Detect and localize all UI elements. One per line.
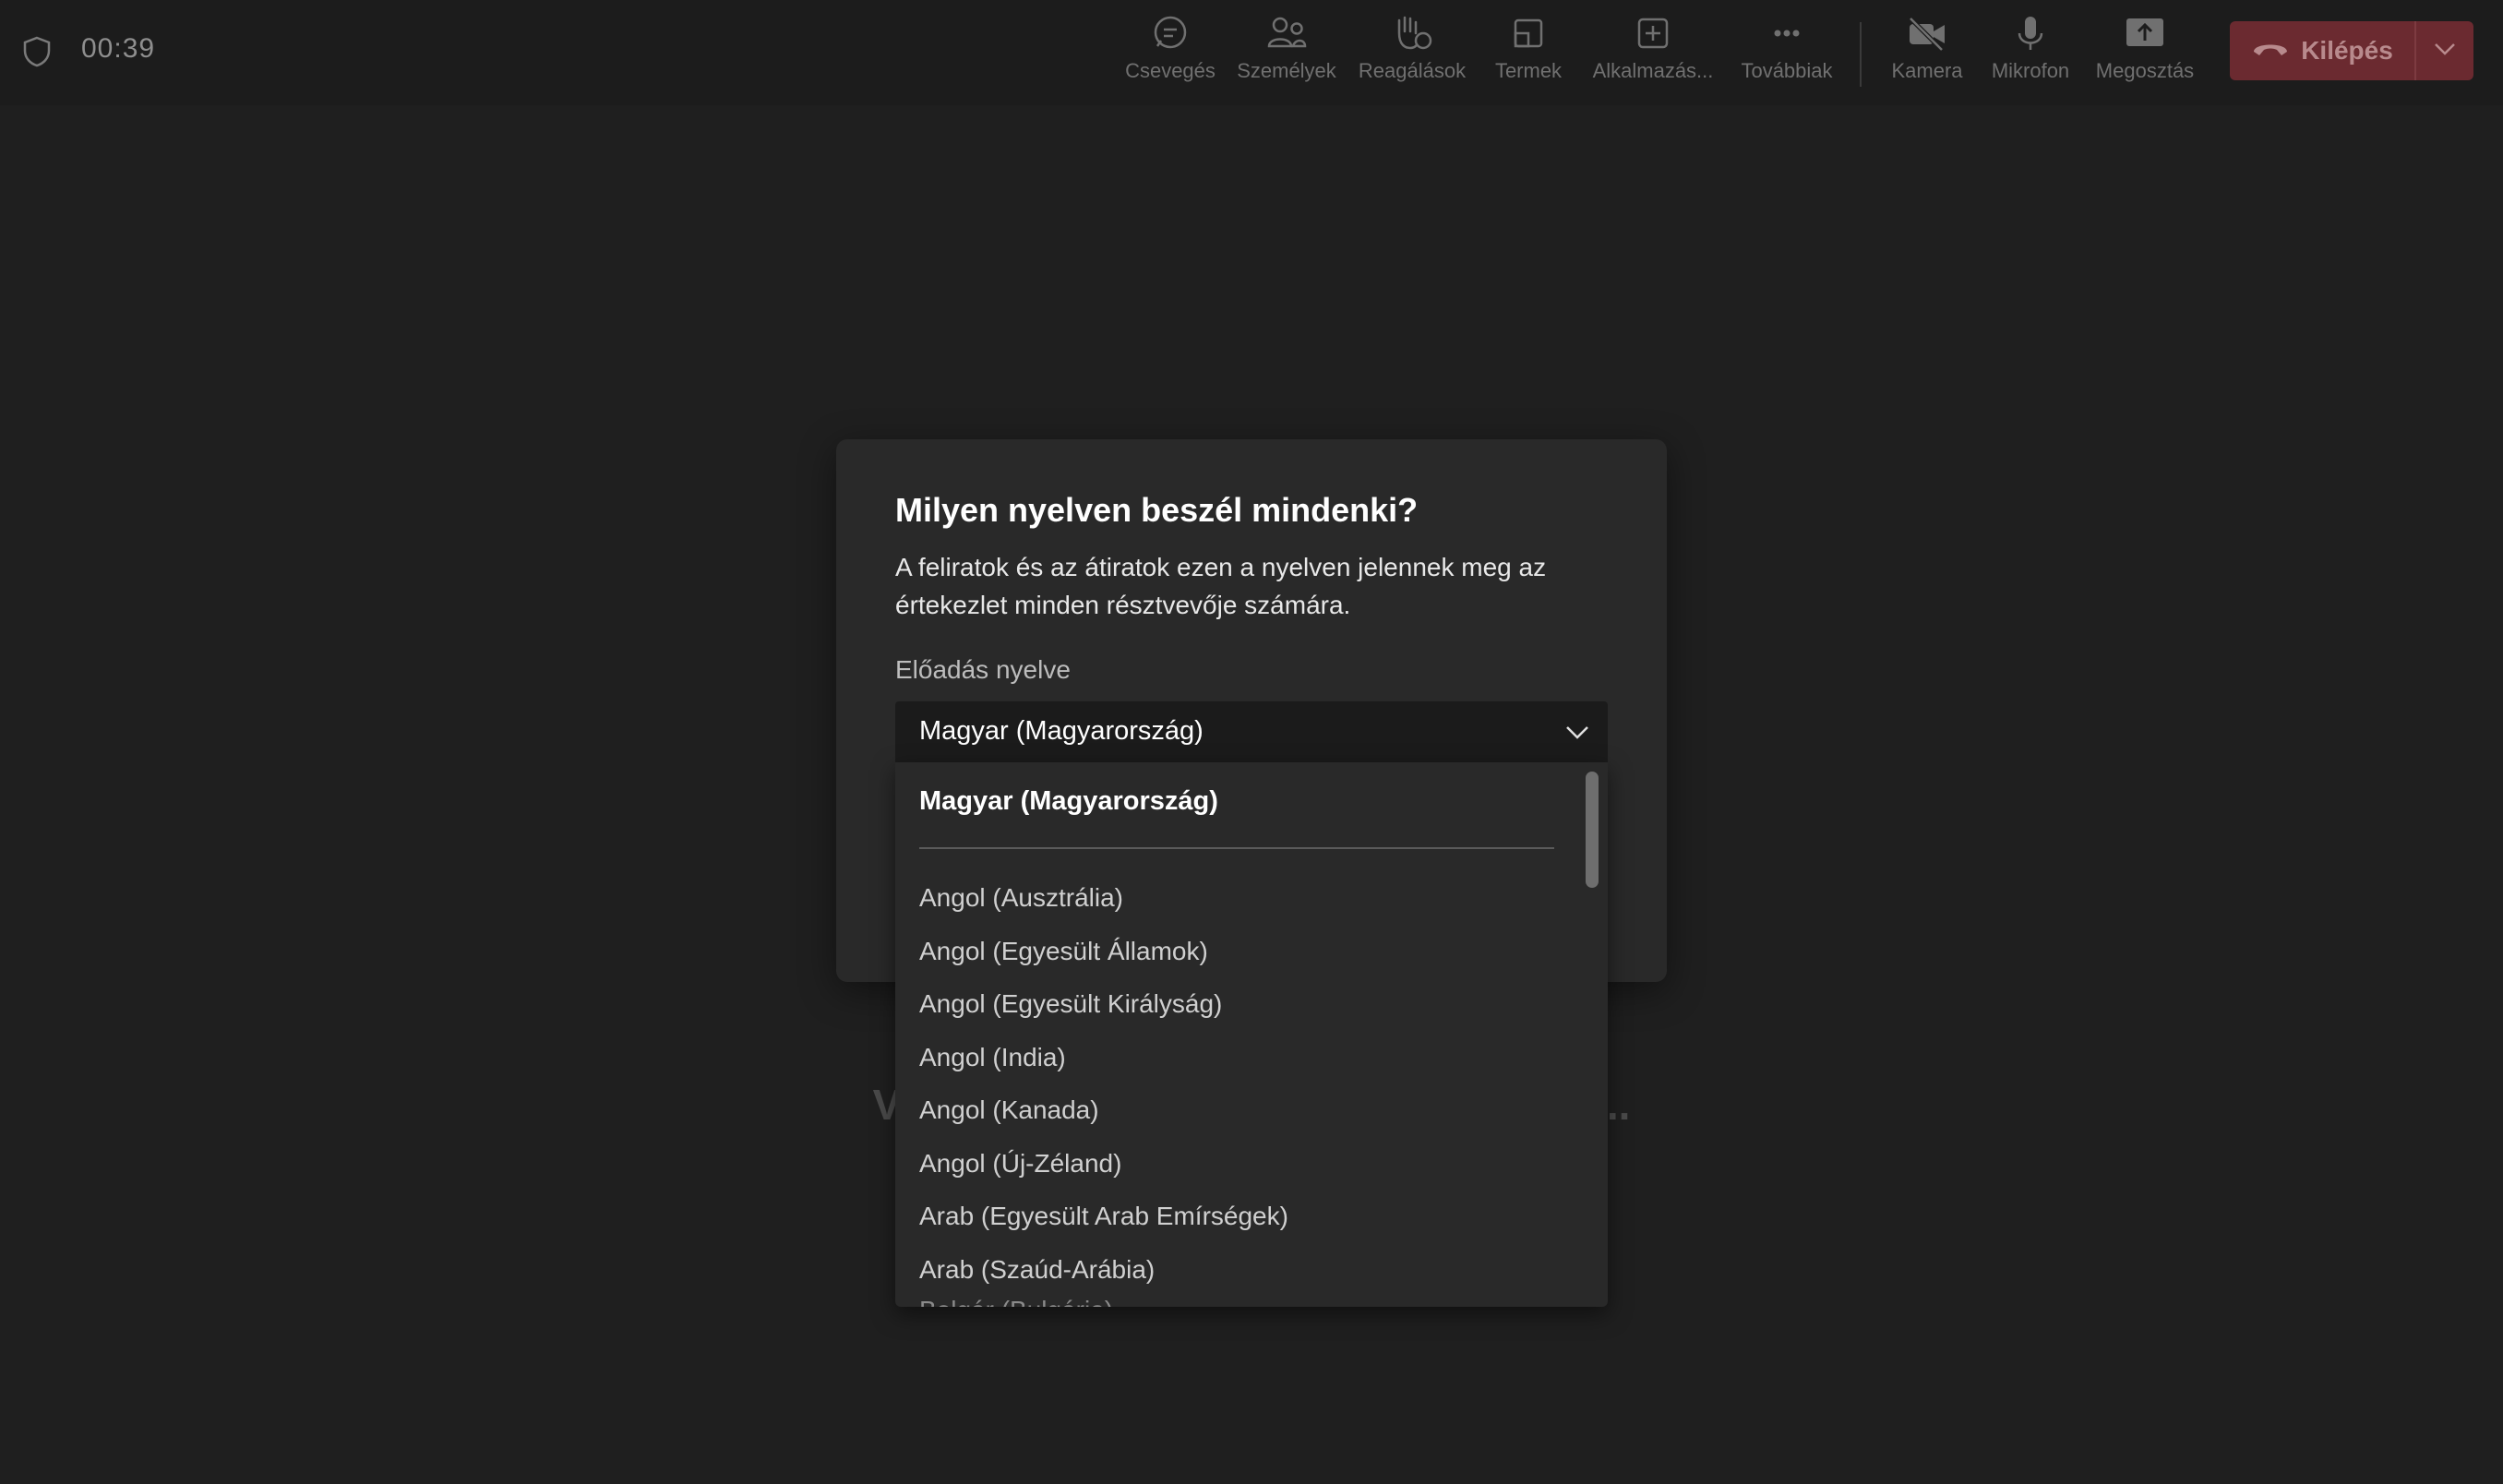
reactions-button[interactable]: Reagálások bbox=[1351, 13, 1473, 96]
dialog-title: Milyen nyelven beszél mindenki? bbox=[895, 491, 1419, 529]
people-label: Személyek bbox=[1237, 59, 1336, 82]
spoken-language-label: Előadás nyelve bbox=[895, 655, 1071, 684]
raise-hand-icon bbox=[1351, 13, 1473, 59]
rooms-button[interactable]: Termek bbox=[1482, 13, 1575, 96]
camera-off-icon bbox=[1881, 13, 1973, 59]
options-divider bbox=[919, 847, 1554, 849]
option-item[interactable]: Angol (India) bbox=[895, 1031, 1578, 1084]
reactions-label: Reagálások bbox=[1358, 59, 1467, 82]
meeting-toolbar: 00:39 Csevegés Személyek Reagálások Term… bbox=[0, 0, 2503, 105]
camera-label: Kamera bbox=[1891, 59, 1963, 82]
rooms-label: Termek bbox=[1494, 59, 1563, 82]
microphone-label: Mikrofon bbox=[1991, 59, 2070, 82]
more-label: Továbbiak bbox=[1741, 59, 1833, 82]
apps-label: Alkalmazás... bbox=[1592, 59, 1714, 82]
chevron-down-icon bbox=[2433, 42, 2457, 61]
more-button[interactable]: Továbbiak bbox=[1731, 13, 1842, 96]
share-label: Megosztás bbox=[2095, 59, 2195, 82]
leave-options-button[interactable] bbox=[2416, 21, 2473, 80]
hang-up-icon bbox=[2251, 36, 2290, 66]
option-item[interactable]: Arab (Egyesült Arab Emírségek) bbox=[895, 1190, 1578, 1243]
language-options-list[interactable]: Magyar (Magyarország) Angol (Ausztrália)… bbox=[895, 762, 1608, 1307]
leave-button-group: Kilépés bbox=[2230, 21, 2473, 80]
meeting-timer: 00:39 bbox=[81, 33, 156, 64]
spoken-language-dropdown[interactable]: Magyar (Magyarország) bbox=[895, 701, 1608, 762]
share-button[interactable]: Megosztás bbox=[2090, 13, 2200, 96]
people-icon bbox=[1231, 13, 1342, 59]
people-button[interactable]: Személyek bbox=[1231, 13, 1342, 96]
list-scrollbar[interactable] bbox=[1586, 772, 1599, 888]
chevron-down-icon bbox=[1563, 720, 1591, 748]
dropdown-selected-value: Magyar (Magyarország) bbox=[919, 716, 1204, 746]
toolbar-divider bbox=[1860, 22, 1862, 87]
option-item[interactable]: Arab (Szaúd-Arábia) bbox=[895, 1243, 1578, 1297]
camera-button[interactable]: Kamera bbox=[1881, 13, 1973, 96]
add-app-icon bbox=[1584, 13, 1722, 59]
option-item[interactable]: Angol (Kanada) bbox=[895, 1083, 1578, 1137]
option-item[interactable]: Angol (Új-Zéland) bbox=[895, 1137, 1578, 1191]
option-item[interactable]: Angol (Ausztrália) bbox=[895, 871, 1578, 925]
option-item[interactable]: Angol (Egyesült Királyság) bbox=[895, 977, 1578, 1031]
rooms-icon bbox=[1482, 13, 1575, 59]
option-item[interactable]: Angol (Egyesült Államok) bbox=[895, 925, 1578, 978]
leave-button[interactable]: Kilépés bbox=[2230, 21, 2414, 80]
apps-button[interactable]: Alkalmazás... bbox=[1584, 13, 1722, 96]
more-icon bbox=[1731, 13, 1842, 59]
dialog-description: A feliratok és az átiratok ezen a nyelve… bbox=[895, 553, 1547, 619]
shield-icon bbox=[20, 35, 54, 68]
share-icon bbox=[2090, 13, 2200, 59]
options-group: Angol (Ausztrália) Angol (Egyesült Állam… bbox=[895, 871, 1578, 1296]
microphone-button[interactable]: Mikrofon bbox=[1982, 13, 2078, 96]
chat-button[interactable]: Csevegés bbox=[1119, 13, 1222, 96]
chat-icon bbox=[1119, 13, 1222, 59]
microphone-icon bbox=[1982, 13, 2078, 59]
chat-label: Csevegés bbox=[1125, 59, 1216, 82]
option-selected[interactable]: Magyar (Magyarország) bbox=[919, 786, 1218, 817]
leave-label: Kilépés bbox=[2301, 36, 2393, 65]
option-item-partial[interactable]: Bolgár (Bulgária) bbox=[919, 1292, 1113, 1307]
